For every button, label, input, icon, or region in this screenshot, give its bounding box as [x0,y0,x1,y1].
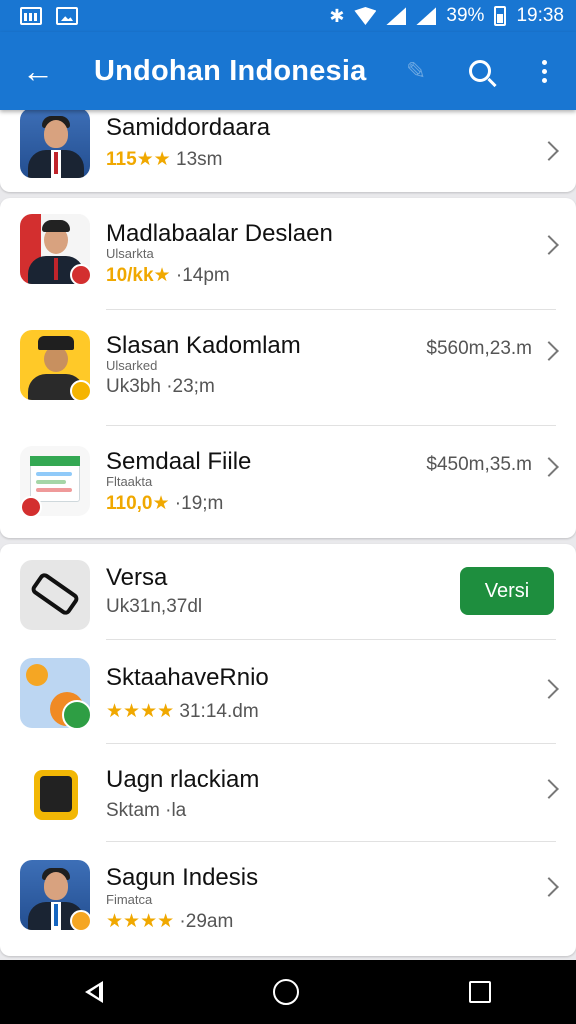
list-item[interactable]: SktaahaveRnio ★★★★ 31:14.dm [0,640,576,744]
version-button[interactable]: Versi [460,567,554,615]
signal-icon-2 [416,7,437,25]
chevron-right-icon [539,235,559,255]
result-card-3: Versa Uk31n,37dl Versi SktaahaveRnio ★★★… [0,544,576,956]
chevron-right-icon [539,141,559,161]
item-meta: 10/kk★ ·14pm [106,265,230,286]
item-meta: Uk31n,37dl [106,596,203,617]
app-icon [20,658,92,730]
nav-home-icon[interactable] [273,979,299,1005]
device-icon [20,560,90,630]
status-bar: ✱ 39% 19:38 [0,0,576,32]
item-title: Madlabaalar Deslaen [106,220,333,247]
item-meta: ★★★★ ·29am [106,911,234,932]
item-title: Versa [106,564,168,591]
item-title: Uagn rlackiam [106,766,260,793]
wifi-icon [354,7,377,25]
avatar [20,330,92,402]
item-title: Sagun Indesis [106,864,259,891]
rating-stars: ★★★★ [106,911,175,932]
rating-stars: 10/kk★ [106,265,171,286]
item-subtitle: Ulsarked [106,358,158,373]
item-title: Samiddordaara [106,114,271,141]
item-meta: Uk3bh ·23;m [106,376,215,397]
check-badge-icon [62,700,92,730]
list-item[interactable]: Semdaal Fiile Fltaakta 110,0★ ·19;m $450… [0,426,576,538]
more-options-button[interactable] [512,32,576,110]
more-vert-icon [541,59,547,83]
list-item[interactable]: Versa Uk31n,37dl Versi [0,544,576,640]
status-badge [70,264,92,286]
battery-percent: 39% [446,5,485,26]
result-card-2: Madlabaalar Deslaen Ulsarkta 10/kk★ ·14p… [0,198,576,538]
item-meta-text: 13sm [176,149,223,170]
system-nav-bar [0,960,576,1024]
rating-stars: 115★★ [106,149,171,170]
item-title: Slasan Kadomlam [106,332,301,359]
item-subtitle: Ulsarkta [106,246,154,261]
item-meta-text: 31:14.dm [179,701,259,722]
item-meta-text: 29am [185,911,234,932]
item-meta: 110,0★ ·19;m [106,493,224,514]
item-price: $450m,35.m [426,454,532,475]
rating-stars: ★★★★ [106,701,175,722]
chart-notification-icon [20,7,42,25]
list-item[interactable]: Slasan Kadomlam Ulsarked Uk3bh ·23;m $56… [0,310,576,426]
app-bar: ← Undohan Indonesia ✎ [0,32,576,110]
item-meta: 115★★ 13sm [106,148,222,171]
spreadsheet-icon [20,446,90,518]
item-meta-text: 14pm [182,265,230,286]
battery-icon [494,6,507,26]
nav-recents-icon[interactable] [469,981,491,1003]
chevron-right-icon [539,457,559,477]
avatar [20,860,92,932]
result-card-1: Samiddordaara 115★★ 13sm [0,100,576,192]
paperclip-icon: ✎ [405,57,427,85]
signal-icon [386,7,407,25]
status-badge [70,910,92,932]
arrow-back-icon: ← [22,52,54,89]
status-badge [70,380,92,402]
phone-icon [20,760,90,830]
item-title: Semdaal Fiile [106,448,252,475]
page-title: Undohan Indonesia [94,54,367,87]
status-badge [20,496,42,518]
item-title: SktaahaveRnio [106,664,269,691]
list-item[interactable]: Madlabaalar Deslaen Ulsarkta 10/kk★ ·14p… [0,198,576,310]
rating-stars: 110,0★ [106,493,170,514]
list-item[interactable]: Samiddordaara 115★★ 13sm [0,100,576,192]
search-button[interactable] [448,32,512,110]
list-item[interactable]: Uagn rlackiam Sktam ·la [0,744,576,842]
image-notification-icon [56,7,78,25]
item-meta: Sktam ·la [106,800,187,821]
avatar [20,108,90,178]
avatar [20,214,92,286]
nav-back-icon[interactable] [85,981,103,1003]
clock: 19:38 [516,5,564,26]
attach-button[interactable]: ✎ [384,32,448,110]
item-meta-text: 19;m [181,493,224,514]
chevron-right-icon [539,877,559,897]
list-item[interactable]: Sagun Indesis Fimatca ★★★★ ·29am [0,842,576,956]
bluetooth-icon: ✱ [329,5,345,26]
chevron-right-icon [539,341,559,361]
item-subtitle: Fltaakta [106,474,153,489]
chevron-right-icon [539,779,559,799]
search-icon [469,60,491,82]
back-button[interactable]: ← [0,32,76,110]
chevron-right-icon [539,679,559,699]
item-price: $560m,23.m [426,338,532,359]
item-subtitle: Fimatca [106,892,153,907]
item-meta: ★★★★ 31:14.dm [106,700,259,723]
